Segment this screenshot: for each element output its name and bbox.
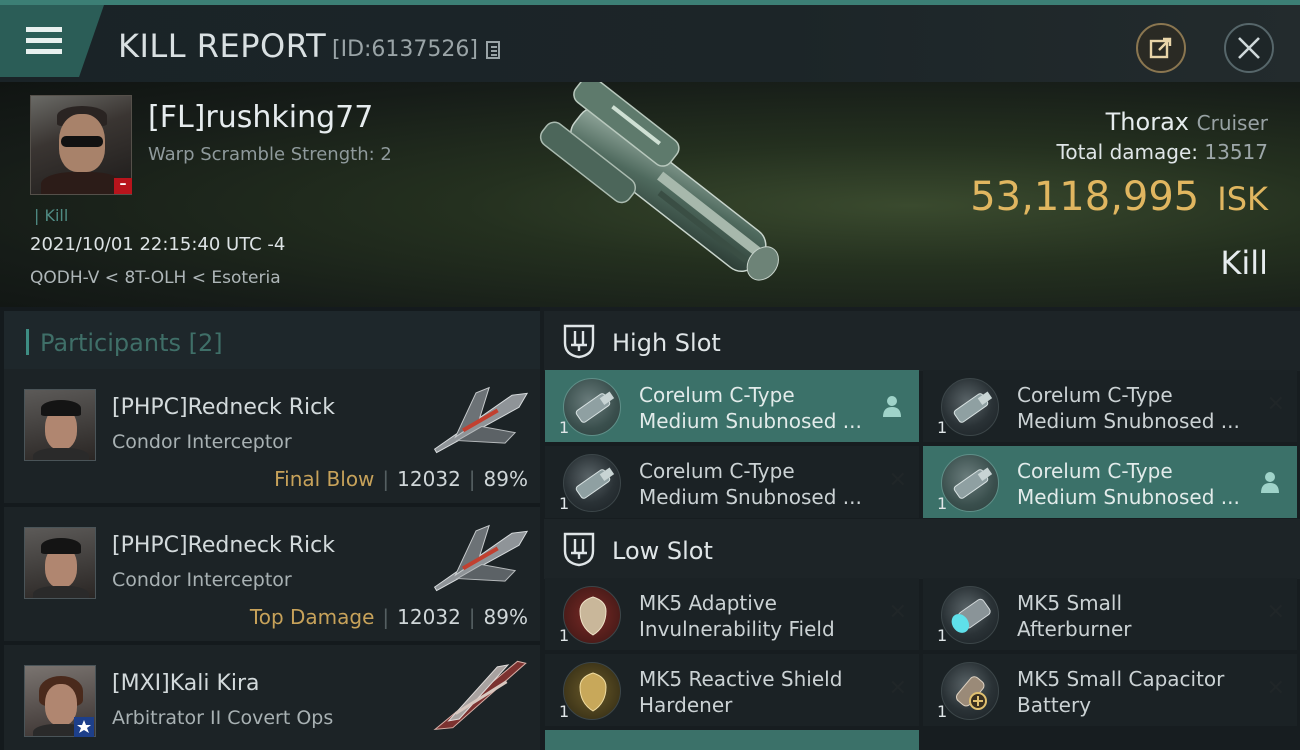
share-button[interactable] [1136, 23, 1186, 73]
capacitor-battery-icon [941, 662, 999, 720]
shield-module-icon [563, 586, 621, 644]
participant-portrait [24, 389, 96, 461]
shield-hardener-icon [563, 662, 621, 720]
close-icon [1238, 37, 1260, 59]
participant-row[interactable]: [MXI]Kali Kira Arbitrator II Covert Ops [4, 645, 540, 750]
module-name: MK5 Adaptive Invulnerability Field [639, 591, 835, 641]
ship-render-arbitrator [433, 660, 527, 731]
hamburger-icon [26, 27, 62, 32]
victim-name[interactable]: [FL]rushking77 [148, 100, 373, 135]
module-name: Corelum C-Type Medium Snubnosed ... [1017, 459, 1240, 509]
snubnosed-gun-icon [941, 454, 999, 512]
afterburner-icon [941, 586, 999, 644]
low-slot-icon [563, 532, 595, 567]
person-icon [883, 396, 901, 417]
warp-scramble-strength: Warp Scramble Strength: 2 [148, 144, 392, 165]
destroyed-x-icon: ✕ [1266, 676, 1285, 701]
low-slot-title: Low Slot [612, 537, 713, 565]
high-slot-icon [563, 324, 595, 359]
module-name: Corelum C-Type Medium Snubnosed ... [1017, 383, 1240, 433]
module-item[interactable]: 1 MK5 Small Afterburner ✕ [923, 578, 1297, 650]
report-id: [ID:6137526] [332, 37, 478, 62]
module-name: Corelum C-Type Medium Snubnosed ... [639, 383, 862, 433]
kill-datetime: 2021/10/01 22:15:40 UTC -4 [30, 234, 286, 255]
participant-stats: Top Damage | 12032 | 89% [249, 605, 528, 629]
participant-name: [PHPC]Redneck Rick [112, 533, 335, 558]
destroyed-x-icon: ✕ [888, 600, 907, 625]
standing-minus-badge: – [114, 177, 132, 194]
participant-name: [PHPC]Redneck Rick [112, 395, 335, 420]
close-button[interactable] [1224, 23, 1274, 73]
module-name: MK5 Reactive Shield Hardener [639, 667, 843, 717]
participants-panel: Participants [2] [PHPC]Redneck Rick Cond… [0, 307, 540, 750]
kill-type-tag: | Kill [34, 206, 69, 225]
snubnosed-gun-icon [563, 454, 621, 512]
share-icon [1149, 37, 1172, 59]
participant-portrait [24, 527, 96, 599]
destroyed-x-icon: ✕ [1266, 600, 1285, 625]
page-title: KILL REPORT [118, 27, 327, 65]
participant-ship: Condor Interceptor [112, 569, 292, 591]
ship-render-thorax [539, 82, 779, 281]
high-slot-title: High Slot [612, 329, 721, 357]
total-damage: Total damage: 13517 [1056, 140, 1268, 164]
top-bar: KILL REPORT [ID:6137526] [0, 0, 1300, 82]
module-item[interactable]: 1 MK5 Small Capacitor Battery ✕ [923, 654, 1297, 726]
module-name: Corelum C-Type Medium Snubnosed ... [639, 459, 862, 509]
low-slot-header: Low Slot [544, 519, 1300, 579]
victim-ship[interactable]: Thorax Cruiser [1106, 108, 1268, 136]
isk-value: 53,118,995 ISK [970, 174, 1268, 220]
participant-ship: Arbitrator II Covert Ops [112, 707, 334, 729]
participants-label: Participants [40, 329, 181, 357]
victim-hero: – [FL]rushking77 Warp Scramble Strength:… [0, 82, 1300, 307]
fitting-panel: High Slot 1 Corelum C-Type Medium Snubno… [540, 307, 1300, 750]
ship-render-condor [433, 524, 529, 592]
destroyed-x-icon: ✕ [888, 468, 907, 493]
ship-render-condor [433, 386, 529, 454]
module-item[interactable]: 1 Corelum C-Type Medium Snubnosed ... [923, 446, 1297, 518]
snubnosed-gun-icon [941, 378, 999, 436]
destroyed-x-icon: ✕ [1266, 392, 1285, 417]
module-item[interactable]: 1 Corelum C-Type Medium Snubnosed ... [545, 370, 919, 442]
module-item[interactable]: 1 Corelum C-Type Medium Snubnosed ... ✕ [923, 370, 1297, 442]
participants-count: [2] [188, 329, 223, 357]
module-name: MK5 Small Afterburner [1017, 591, 1132, 641]
star-badge-icon [74, 717, 94, 737]
participant-row[interactable]: [PHPC]Redneck Rick Condor Interceptor To… [4, 507, 540, 641]
module-name: MK5 Small Capacitor Battery [1017, 667, 1225, 717]
destroyed-x-icon: ✕ [888, 676, 907, 701]
kill-location: QODH-V < 8T-OLH < Esoteria [30, 268, 281, 288]
participant-name: [MXI]Kali Kira [112, 671, 260, 696]
module-item-partial[interactable] [545, 730, 919, 750]
module-item[interactable]: 1 MK5 Adaptive Invulnerability Field ✕ [545, 578, 919, 650]
snubnosed-gun-icon [563, 378, 621, 436]
participant-ship: Condor Interceptor [112, 431, 292, 453]
menu-button[interactable] [0, 5, 104, 77]
participant-row[interactable]: [PHPC]Redneck Rick Condor Interceptor Fi… [4, 369, 540, 503]
participant-stats: Final Blow | 12032 | 89% [274, 467, 528, 491]
high-slot-header: High Slot [544, 311, 1300, 371]
module-item[interactable]: 1 MK5 Reactive Shield Hardener ✕ [545, 654, 919, 726]
copy-icon[interactable] [486, 41, 500, 59]
kill-result: Kill [1220, 244, 1268, 282]
participants-header: Participants [2] [4, 311, 540, 369]
module-item[interactable]: 1 Corelum C-Type Medium Snubnosed ... ✕ [545, 446, 919, 518]
person-icon [1261, 472, 1279, 493]
